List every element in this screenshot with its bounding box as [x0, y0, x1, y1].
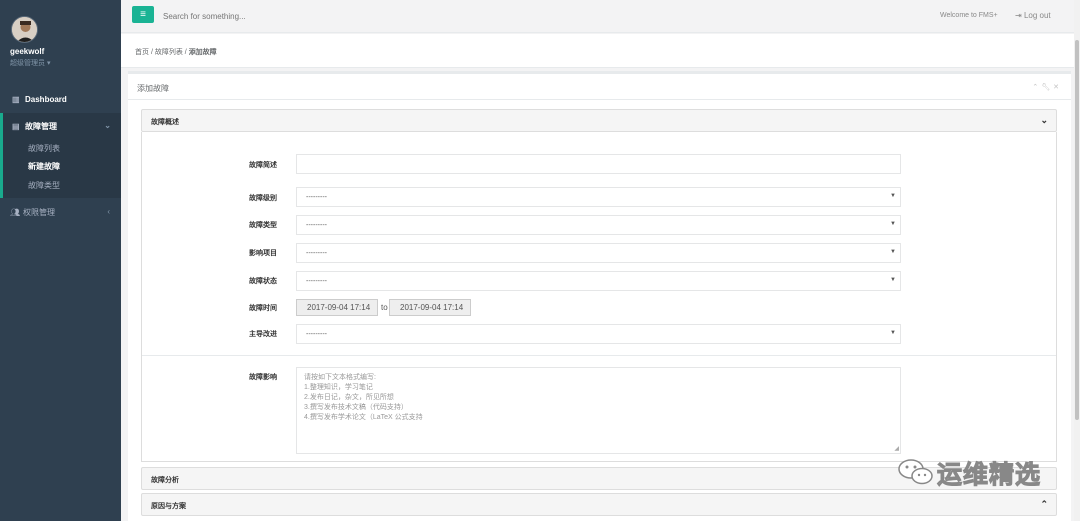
caret-down-icon: ▼ [890, 277, 896, 283]
chevron-left-icon: ‹ [107, 207, 110, 216]
nav-sub-new-fault[interactable]: 新建故障 [28, 161, 60, 172]
status-label: 故障状态 [249, 278, 277, 285]
hamburger-icon: ≡ [140, 9, 146, 20]
nav-perm-label: 权限管理 [23, 208, 55, 217]
user-name[interactable]: geekwolf [10, 47, 44, 56]
breadcrumb-home[interactable]: 首页 [135, 49, 149, 56]
project-label: 影响项目 [249, 250, 277, 257]
divider [128, 99, 1071, 100]
caret-down-icon: ▼ [890, 193, 896, 199]
watermark-text: 运维精选 [936, 461, 1042, 490]
project-value: --------- [306, 250, 327, 257]
sign-out-icon: ⇥ [1015, 11, 1022, 20]
level-label: 故障级别 [249, 195, 277, 202]
type-label: 故障类型 [249, 222, 277, 229]
impact-placeholder-line: 1.整理知识，学习笔记 [304, 384, 373, 391]
caret-down-icon: ▼ [890, 249, 896, 255]
wechat-logo-icon [898, 459, 933, 485]
impact-label: 故障影响 [249, 374, 277, 381]
start-time-input[interactable]: 2017-09-04 17:14 [296, 299, 378, 316]
section-header-overview[interactable]: 故障概述 ⌄ [141, 109, 1057, 132]
wrench-icon[interactable]: 🔧︎ [1041, 84, 1053, 91]
time-label: 故障时间 [249, 305, 277, 312]
end-time-input[interactable]: 2017-09-04 17:14 [389, 299, 471, 316]
impact-placeholder-line: 3.撰写发布技术文稿（代码支持） [304, 404, 408, 411]
user-avatar[interactable] [11, 16, 38, 43]
lead-select[interactable]: --------- ▼ [296, 324, 901, 344]
section-analysis-title: 故障分析 [151, 477, 179, 484]
welcome-text: Welcome to FMS+ [940, 12, 998, 19]
lead-value: --------- [306, 331, 327, 338]
nav-dashboard-label: Dashboard [25, 95, 67, 104]
impact-placeholder-line: 4.撰写发布学术论文（LaTeX 公式支持 [304, 414, 423, 421]
panel-tools: ⌃🔧︎✕ [1032, 83, 1062, 91]
list-icon: ▤ [12, 122, 20, 131]
users-icon: 👥︎ [10, 208, 21, 217]
breadcrumb-list[interactable]: 故障列表 [155, 49, 183, 56]
impact-placeholder-line: 2.发布日记，杂文，所见所想 [304, 394, 394, 401]
time-to-text: to [381, 303, 388, 312]
collapse-icon[interactable]: ⌃ [1032, 84, 1041, 91]
breadcrumb-current: 添加故障 [188, 49, 217, 56]
lead-label: 主导改进 [249, 331, 277, 338]
level-select[interactable]: --------- ▼ [296, 187, 901, 207]
watermark: 运维精选 [897, 452, 1057, 492]
caret-down-icon: ▼ [890, 330, 896, 336]
nav-item-dashboard[interactable]: ▥ Dashboard [12, 95, 112, 104]
nav-item-permission[interactable]: 👥︎ 权限管理 ‹ [10, 207, 115, 218]
resize-grip-icon[interactable]: ◢ [894, 445, 899, 452]
status-value: --------- [306, 278, 327, 285]
menu-toggle-button[interactable]: ≡ [132, 6, 154, 23]
close-icon[interactable]: ✕ [1053, 84, 1062, 91]
nav-fault-label: 故障管理 [25, 122, 57, 131]
impact-textarea[interactable]: 请按如下文本格式编写: 1.整理知识，学习笔记 2.发布日记，杂文，所见所想 3… [296, 367, 901, 454]
nav-sub-fault-type[interactable]: 故障类型 [28, 180, 60, 191]
top-navbar: ≡ Welcome to FMS+ ⇥ Log out [121, 0, 1080, 33]
caret-down-icon: ▼ [890, 221, 896, 227]
scrollbar-thumb[interactable] [1075, 40, 1079, 420]
nav-item-fault-management[interactable]: ▤ 故障管理 ⌄ [0, 113, 121, 198]
divider [142, 355, 1056, 356]
breadcrumb-bar: 首页 / 故障列表 / 添加故障 [121, 34, 1080, 68]
section-overview-title: 故障概述 [151, 119, 179, 126]
bar-chart-icon: ▥ [12, 95, 20, 104]
chevron-up-icon: ⌃ [1040, 499, 1048, 509]
type-select[interactable]: --------- ▼ [296, 215, 901, 235]
summary-label: 故障简述 [249, 162, 277, 169]
logout-label: Log out [1023, 11, 1051, 20]
type-value: --------- [306, 222, 327, 229]
search-input[interactable] [163, 10, 363, 22]
nav-sub-fault-list[interactable]: 故障列表 [28, 143, 60, 154]
section-cause-title: 原因与方案 [151, 503, 186, 510]
section-header-cause[interactable]: 原因与方案 ⌃ [141, 493, 1057, 516]
chevron-down-icon: ⌄ [104, 121, 111, 130]
sidebar: geekwolf 超级管理员 ▾ ▥ Dashboard ▤ 故障管理 ⌄ 故障列表… [0, 0, 121, 521]
logout-link[interactable]: ⇥ Log out [1015, 11, 1051, 20]
impact-placeholder-line: 请按如下文本格式编写: [304, 374, 376, 381]
chevron-down-icon: ⌄ [1040, 115, 1048, 125]
page-scrollbar[interactable] [1074, 0, 1080, 521]
breadcrumb: 首页 / 故障列表 / 添加故障 [135, 47, 217, 57]
project-select[interactable]: --------- ▼ [296, 243, 901, 263]
status-select[interactable]: --------- ▼ [296, 271, 901, 291]
summary-input[interactable] [296, 154, 901, 174]
level-value: --------- [306, 194, 327, 201]
panel-title: 添加故障 [137, 84, 169, 93]
user-role[interactable]: 超级管理员 ▾ [10, 58, 50, 68]
